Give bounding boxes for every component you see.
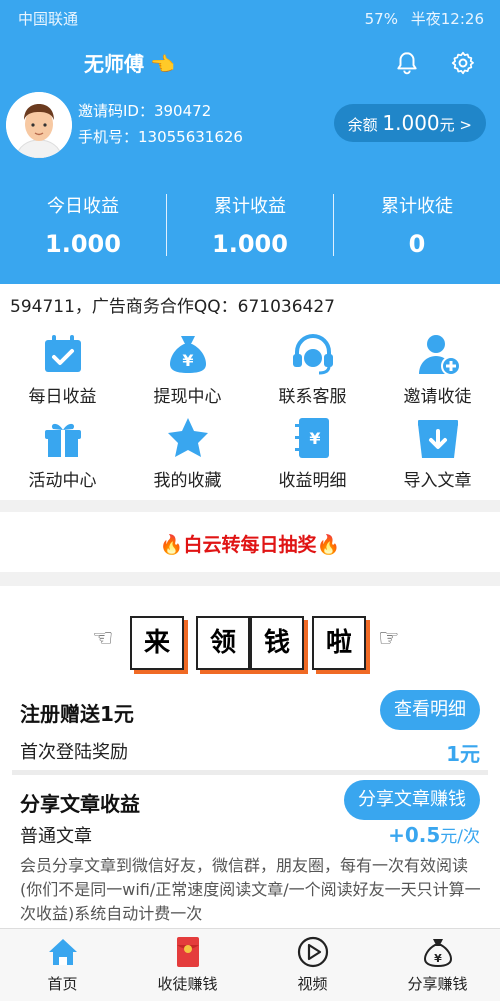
tab-recruit[interactable]: 收徒赚钱	[125, 935, 250, 994]
register-reward: 1元	[446, 742, 480, 766]
svg-text:¥: ¥	[309, 429, 320, 448]
gear-icon[interactable]	[450, 50, 476, 76]
username: 无师傅 👈	[84, 52, 175, 76]
download-tray-icon	[417, 420, 458, 458]
gift-icon	[44, 423, 81, 457]
pointing-hand-icon: 👈	[150, 52, 175, 76]
balance-button[interactable]: 余额 1.000元 >	[333, 104, 486, 142]
grid-item-income-detail[interactable]: ¥ 收益明细	[250, 414, 375, 491]
grid-item-activity[interactable]: 活动中心	[0, 414, 125, 491]
balance-value: 1.000	[382, 111, 440, 135]
tasks-card: ☜ 来 领 钱 啦 ☞ 注册赠送1元 查看明细 首次登陆奖励 1元 分享文章收益…	[0, 586, 500, 928]
marquee-notice: 594711，广告商务合作QQ：671036427	[10, 297, 336, 317]
tab-video[interactable]: 视频	[250, 935, 375, 994]
banner-char: 啦	[312, 616, 366, 670]
money-bag-icon: ¥	[423, 939, 452, 968]
grid-item-daily-income[interactable]: 每日收益	[0, 330, 125, 407]
register-subtitle: 首次登陆奖励	[20, 742, 128, 763]
star-icon	[167, 418, 208, 457]
stat-total[interactable]: 累计收益 1.000	[167, 188, 333, 258]
profile-header: 中国联通 57% 半夜12:26 无师傅 👈 邀请码ID：390472 手机号：1…	[0, 0, 500, 284]
view-detail-button[interactable]: 查看明细	[380, 690, 480, 730]
fire-icon: 🔥	[316, 534, 341, 556]
fire-icon: 🔥	[159, 534, 184, 556]
play-icon	[297, 936, 328, 968]
stat-today[interactable]: 今日收益 1.000	[0, 188, 166, 258]
grid-item-favorites[interactable]: 我的收藏	[125, 414, 250, 491]
grid-item-customer-service[interactable]: 联系客服	[250, 330, 375, 407]
home-icon	[48, 939, 77, 965]
tab-share-earn[interactable]: ¥ 分享赚钱	[375, 935, 500, 994]
svg-text:¥: ¥	[434, 952, 442, 965]
register-title: 注册赠送1元	[20, 702, 134, 726]
svg-text:¥: ¥	[182, 351, 193, 370]
divider	[12, 770, 488, 775]
lottery-banner[interactable]: 🔥白云转每日抽奖🔥	[0, 512, 500, 572]
bell-icon[interactable]	[394, 50, 420, 76]
lottery-text: 白云转每日抽奖	[183, 534, 317, 556]
banner-char: 来	[130, 616, 184, 670]
stat-apprentices[interactable]: 累计收徒 0	[334, 188, 500, 258]
notebook-yen-icon: ¥	[294, 418, 329, 458]
grid-item-import-article[interactable]: 导入文章	[375, 414, 500, 491]
share-subtitle: 普通文章	[20, 826, 92, 847]
banner-char: 钱	[250, 616, 304, 670]
grid-item-withdraw[interactable]: ¥ 提现中心	[125, 330, 250, 407]
money-bag-icon: ¥	[169, 336, 206, 373]
battery-level: 57%	[364, 10, 398, 28]
avatar[interactable]	[6, 92, 72, 158]
share-description: 会员分享文章到微信好友，微信群，朋友圈，每有一次有效阅读(你们不是同一wifi/…	[20, 856, 481, 923]
headset-icon	[292, 334, 333, 375]
calendar-check-icon	[44, 335, 81, 372]
share-title: 分享文章收益	[20, 792, 140, 816]
clock: 半夜12:26	[410, 10, 484, 28]
bottom-tab-bar: 首页 收徒赚钱 视频 ¥ 分享赚钱	[0, 928, 500, 1001]
share-reward: +0.5元/次	[388, 823, 480, 847]
banner-char: 领	[196, 616, 250, 670]
invite-code: 邀请码ID：390472	[78, 102, 212, 120]
carrier-label: 中国联通	[18, 10, 79, 28]
pointing-hand-icon: ☜	[92, 624, 114, 652]
phone-number: 手机号：13055631626	[78, 128, 243, 146]
pointing-hand-icon: ☞	[378, 624, 400, 652]
add-user-icon	[418, 335, 461, 376]
avatar-image	[6, 92, 72, 158]
grid-item-invite[interactable]: 邀请收徒	[375, 330, 500, 407]
red-envelope-icon	[176, 937, 199, 967]
tab-home[interactable]: 首页	[0, 935, 125, 994]
share-article-button[interactable]: 分享文章赚钱	[344, 780, 480, 820]
menu-panel: 594711，广告商务合作QQ：671036427 每日收益 ¥ 提现中心 联系…	[0, 284, 500, 500]
status-bar: 中国联通 57% 半夜12:26	[0, 0, 500, 34]
